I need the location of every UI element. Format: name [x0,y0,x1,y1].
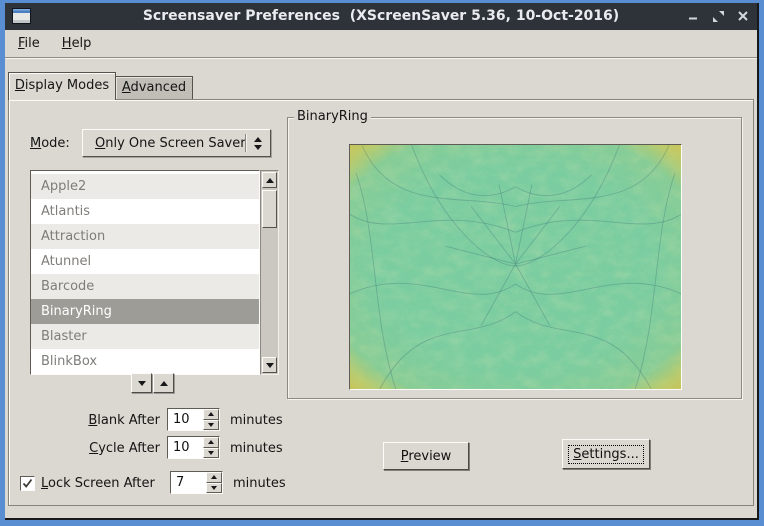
menu-help[interactable]: Help [58,34,96,53]
scrollbar-thumb[interactable] [262,190,277,228]
list-item-attraction[interactable]: Attraction [31,224,259,249]
titlebar[interactable]: Screensaver Preferences (XScreenSaver 5.… [5,3,757,30]
preview-group-title: BinaryRing [294,109,371,124]
binaryring-preview-image [349,144,682,390]
window-title: Screensaver Preferences (XScreenSaver 5.… [5,3,757,30]
xscreensaver-window: Screensaver Preferences (XScreenSaver 5.… [0,0,764,526]
dropdown-arrows-icon [246,137,270,150]
lock-after-spinbox[interactable]: 7 [170,471,223,494]
lock-after-unit: minutes [233,476,286,491]
cycle-after-spinbox[interactable]: 10 [167,436,220,459]
list-item-atlantis[interactable]: Atlantis [31,199,259,224]
list-item-blaster[interactable]: Blaster [31,324,259,349]
scroll-down-icon[interactable] [262,357,277,373]
blank-after-decrement-icon[interactable] [203,420,219,431]
preview-button[interactable]: Preview [383,442,469,470]
lock-after-decrement-icon[interactable] [206,483,222,494]
tab-advanced[interactable]: Advanced [115,76,193,100]
window-controls [685,8,751,24]
blank-after-label: Blank After [30,413,160,428]
settings-button-label: Settings... [569,446,643,463]
list-item-atunnel[interactable]: Atunnel [31,249,259,274]
mode-label: Mode: [30,136,70,151]
mode-select-value: Only One Screen Saver [83,136,245,151]
window-frame: Screensaver Preferences (XScreenSaver 5.… [5,3,759,520]
cycle-after-value[interactable]: 10 [168,437,203,458]
list-item-blinkbox[interactable]: BlinkBox [31,349,259,374]
lock-after-value[interactable]: 7 [171,472,206,493]
saver-list[interactable]: Apple2AtlantisAttractionAtunnelBarcodeBi… [30,170,260,375]
cycle-after-unit: minutes [230,441,283,456]
display-modes-panel: Mode: Only One Screen Saver Apple2Atlant… [8,99,754,506]
list-item-apple2[interactable]: Apple2 [31,174,259,199]
minimize-icon[interactable] [685,8,701,24]
blank-after-spinbox[interactable]: 10 [167,408,220,431]
scroll-up-icon[interactable] [262,172,277,188]
cycle-after-label: Cycle After [30,441,160,456]
blank-after-increment-icon[interactable] [203,409,219,420]
restore-icon[interactable] [710,8,726,24]
menu-file[interactable]: File [14,34,44,53]
close-icon[interactable] [735,8,751,24]
move-down-button[interactable] [131,373,152,393]
move-up-button[interactable] [153,373,174,393]
tab-display-modes[interactable]: Display Modes [8,72,116,100]
notebook: Display Modes Advanced Mode: Only One Sc… [5,59,757,518]
lock-checkbox[interactable] [20,476,35,491]
cycle-after-increment-icon[interactable] [203,437,219,448]
menubar: File Help [5,30,757,58]
list-item-barcode[interactable]: Barcode [31,274,259,299]
lock-after-increment-icon[interactable] [206,472,222,483]
preview-group: BinaryRing [287,117,742,399]
list-item-binaryring[interactable]: BinaryRing [31,299,259,324]
preview-button-label: Preview [401,449,452,464]
blank-after-value[interactable]: 10 [168,409,203,430]
saver-list-scrollbar[interactable] [260,170,279,375]
lock-after-label: Lock Screen After [41,476,155,491]
mode-select[interactable]: Only One Screen Saver [82,129,271,157]
cycle-after-decrement-icon[interactable] [203,448,219,459]
blank-after-unit: minutes [230,413,283,428]
settings-button[interactable]: Settings... [562,439,650,469]
